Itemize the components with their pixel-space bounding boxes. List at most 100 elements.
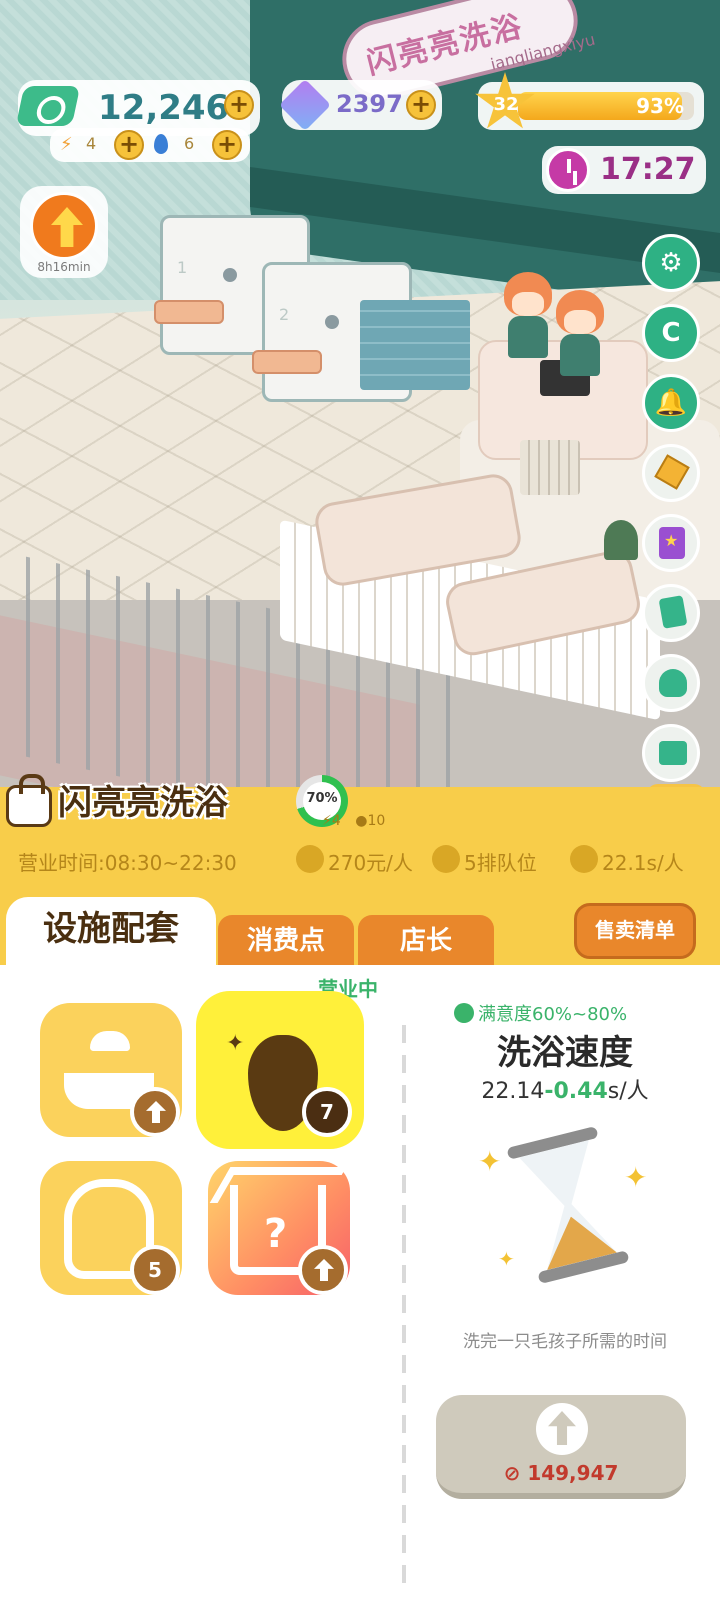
coin-icon: C bbox=[661, 318, 681, 348]
facility-bathtub[interactable] bbox=[40, 1003, 182, 1137]
up-arrow-icon bbox=[314, 1259, 334, 1281]
level-number: 32 bbox=[493, 94, 519, 115]
bath-mat bbox=[252, 350, 322, 374]
detail-title: 洗浴速度 bbox=[497, 1033, 633, 1073]
potted-plant bbox=[604, 520, 638, 560]
collection-book-button[interactable] bbox=[642, 514, 700, 572]
upgrade-cost-value: 149,947 bbox=[527, 1461, 619, 1485]
coin-stack-icon bbox=[296, 845, 324, 873]
shop-info-bar: 营业时间:08:30~22:30 270元/人 5排队位 22.1s/人 bbox=[0, 835, 720, 885]
add-energy-button[interactable]: + bbox=[114, 130, 144, 160]
service-speed: 22.1s/人 bbox=[602, 851, 684, 875]
tab-facilities[interactable]: 设施配套 bbox=[6, 897, 216, 967]
upgrade-boost-button[interactable]: 8h16min bbox=[20, 186, 108, 278]
lock-icon bbox=[6, 774, 52, 827]
satisfaction-text: 满意度60%~80% bbox=[478, 1004, 628, 1025]
gift-icon bbox=[659, 741, 687, 765]
price-per-person: 270元/人 bbox=[328, 851, 413, 875]
tab-manager[interactable]: 店长 bbox=[358, 915, 494, 967]
add-gems-button[interactable]: + bbox=[406, 90, 436, 120]
upgrade-badge bbox=[130, 1087, 180, 1137]
settings-button[interactable]: ⚙ bbox=[642, 234, 700, 292]
speed-unit: s/人 bbox=[607, 1079, 649, 1104]
level-badge: 5 bbox=[130, 1245, 180, 1295]
staff-character[interactable] bbox=[500, 272, 556, 358]
drain-icon bbox=[325, 315, 339, 329]
mini-stat-energy: 4 bbox=[331, 813, 341, 829]
speed-change: 22.14-0.44s/人 bbox=[410, 1073, 720, 1105]
shop-header: 闪亮亮洗浴 70% ⚡4 ●10 bbox=[0, 774, 720, 837]
upgrade-cost: ⊘ 149,947 bbox=[503, 1461, 619, 1485]
gem-value: 2397 bbox=[336, 90, 403, 118]
shop-name: 闪亮亮洗浴 bbox=[58, 783, 228, 823]
add-money-button[interactable]: + bbox=[224, 90, 254, 120]
drain-icon bbox=[223, 268, 237, 282]
gem-counter: 2397 + bbox=[278, 78, 442, 132]
game-clock: 17:27 bbox=[542, 146, 706, 194]
stall-number: 2 bbox=[279, 305, 290, 324]
facilities-panel: 营业中 ✦ ✦ 7 5 ? 满意度60%~80% 洗浴速度 22.14-0.44… bbox=[0, 965, 720, 1610]
question-mark-icon: ? bbox=[264, 1211, 288, 1257]
tiled-partition bbox=[360, 300, 470, 390]
gift-button[interactable] bbox=[642, 724, 700, 782]
energy-value: 4 bbox=[86, 134, 97, 153]
notes-icon bbox=[658, 595, 688, 629]
level-badge: 7 bbox=[302, 1087, 352, 1137]
character-button[interactable] bbox=[642, 654, 700, 712]
queue-slots: 5排队位 bbox=[464, 851, 537, 875]
energy-icon: ⚡ bbox=[60, 134, 73, 155]
level-bar: 93% bbox=[518, 92, 694, 120]
sparkle-icon: ✦ bbox=[226, 1031, 245, 1056]
boost-timer: 8h16min bbox=[37, 260, 91, 274]
panel-divider bbox=[402, 1025, 406, 1585]
energy-icon: ⚡ bbox=[322, 813, 332, 829]
mystery-box-button[interactable] bbox=[642, 444, 700, 502]
bell-icon: 🔔 bbox=[654, 388, 688, 418]
level-percent: 93% bbox=[636, 94, 684, 118]
money-value: 12,246 bbox=[98, 88, 230, 128]
timer-icon bbox=[570, 845, 598, 873]
shop-mini-stats: ⚡4 ●10 bbox=[322, 813, 385, 829]
speed-delta: -0.44 bbox=[544, 1079, 608, 1104]
radiator bbox=[520, 440, 580, 495]
facility-speed[interactable]: ✦ ✦ 7 bbox=[196, 991, 364, 1149]
ghost-icon bbox=[659, 669, 687, 697]
person-icon bbox=[432, 845, 460, 873]
sparkle-icon: ✦ bbox=[478, 1145, 502, 1178]
shop-progress-label: 70% bbox=[306, 791, 338, 806]
up-arrow-icon bbox=[146, 1101, 166, 1123]
upgrade-button[interactable]: ⊘ 149,947 bbox=[436, 1395, 686, 1499]
sparkle-icon: ✦ bbox=[498, 1247, 515, 1271]
bath-mat bbox=[154, 300, 224, 324]
staff-character[interactable] bbox=[552, 290, 608, 376]
smile-icon bbox=[454, 1003, 474, 1023]
water-icon bbox=[154, 134, 168, 154]
gear-icon: ⚙ bbox=[659, 248, 683, 278]
up-arrow-icon bbox=[536, 1403, 588, 1455]
tab-consumption[interactable]: 消费点 bbox=[218, 915, 354, 967]
tab-bar: 设施配套 消费点 店长 售卖清单 bbox=[0, 885, 720, 967]
notification-button[interactable]: 🔔 bbox=[642, 374, 700, 432]
shower-head-icon bbox=[90, 1031, 130, 1051]
sell-list-button[interactable]: 售卖清单 bbox=[574, 903, 696, 959]
water-icon: ● bbox=[355, 813, 368, 829]
resource-counter: ⚡ 4 + 6 + bbox=[50, 128, 250, 162]
tasks-button[interactable] bbox=[642, 584, 700, 642]
coin-shop-button[interactable]: C bbox=[642, 304, 700, 362]
book-icon bbox=[659, 527, 685, 559]
cash-icon bbox=[15, 86, 81, 126]
upgrade-badge bbox=[298, 1245, 348, 1295]
facility-mystery-room[interactable]: ? bbox=[208, 1161, 350, 1295]
facility-staff[interactable]: 5 bbox=[40, 1161, 182, 1295]
clock-time: 17:27 bbox=[600, 152, 696, 187]
business-hours: 营业时间:08:30~22:30 bbox=[18, 851, 237, 875]
mystery-box-icon bbox=[654, 454, 690, 490]
boost-circle bbox=[30, 192, 98, 260]
sparkle-icon: ✦ bbox=[624, 1161, 648, 1194]
level-progress[interactable]: 93% 32 bbox=[475, 72, 704, 130]
clock-icon bbox=[546, 148, 590, 192]
up-arrow-icon bbox=[51, 207, 83, 247]
speed-from: 22.14 bbox=[481, 1079, 545, 1104]
add-water-button[interactable]: + bbox=[212, 130, 242, 160]
stall-number: 1 bbox=[177, 258, 188, 277]
